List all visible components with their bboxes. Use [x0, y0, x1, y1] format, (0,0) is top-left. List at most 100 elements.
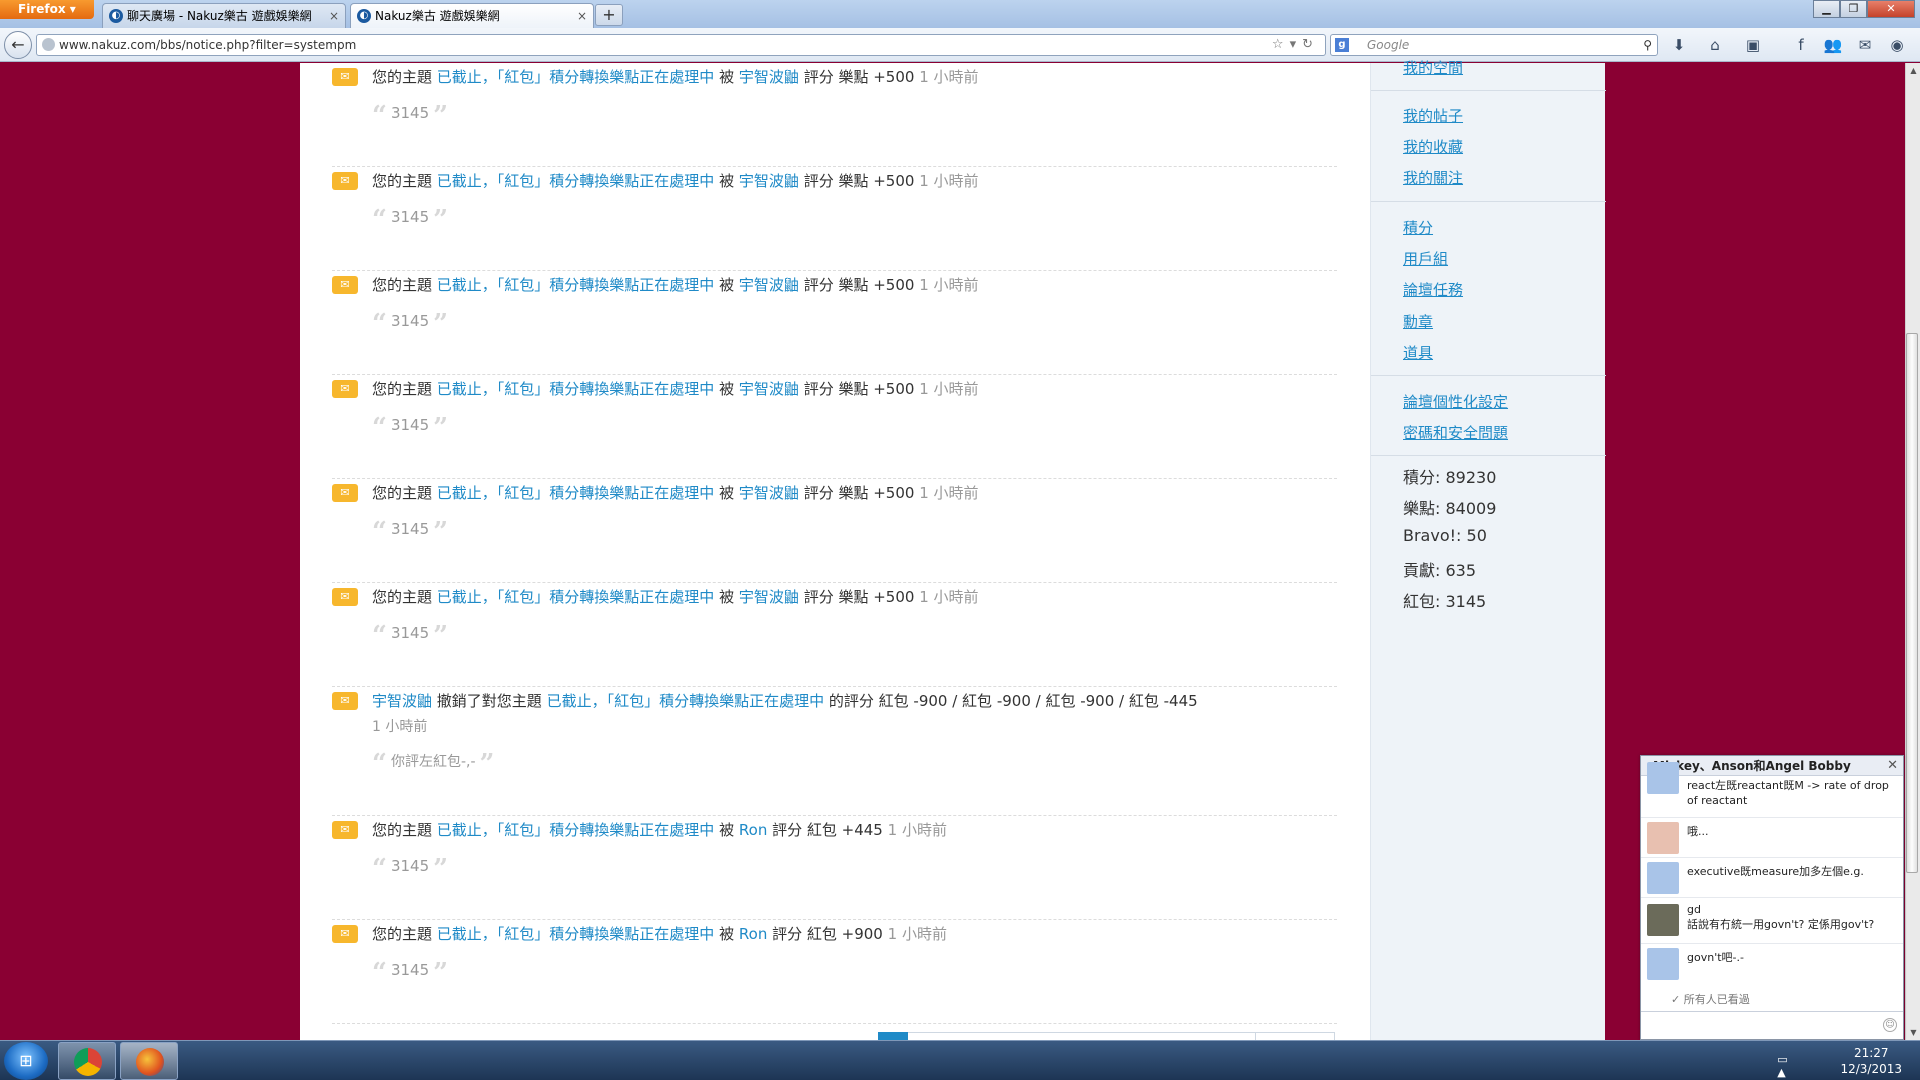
pager-next[interactable]	[1255, 1032, 1335, 1040]
avatar[interactable]	[1647, 862, 1679, 894]
maximize-button[interactable]: ❐	[1840, 0, 1867, 18]
topic-link[interactable]: 已截止，「紅包」積分轉換樂點正在處理中	[437, 68, 715, 86]
title-bar: Firefox ▾ ◐ 聊天廣場 - Nakuz樂古 遊戲娛樂網 × ◐ Nak…	[0, 0, 1920, 28]
taskbar-chrome[interactable]	[58, 1042, 116, 1080]
tab-chat-square[interactable]: ◐ 聊天廣場 - Nakuz樂古 遊戲娛樂網 ×	[102, 3, 346, 28]
stat-lepoints: 樂點: 84009	[1403, 499, 1497, 518]
sidebar-item-security[interactable]: 密碼和安全問題	[1403, 422, 1508, 443]
scroll-thumb[interactable]	[1906, 333, 1918, 873]
notice-text: 宇智波鼬 撤銷了對您主題 已截止，「紅包」積分轉換樂點正在處理中 的評分 紅包 …	[372, 692, 1198, 710]
user-link[interactable]: 宇智波鼬	[739, 172, 799, 190]
topic-link[interactable]: 已截止，「紅包」積分轉換樂點正在處理中	[437, 588, 715, 606]
home-icon[interactable]: ⌂	[1704, 34, 1726, 56]
topic-link[interactable]: 已截止，「紅包」積分轉換樂點正在處理中	[437, 276, 715, 294]
user-link[interactable]: 宇智波鼬	[739, 276, 799, 294]
avatar[interactable]	[1647, 948, 1679, 980]
messages-icon[interactable]: ✉	[1854, 34, 1876, 56]
page-scrollbar[interactable]: ▲ ▼	[1905, 63, 1920, 1040]
pager-current[interactable]	[878, 1032, 908, 1040]
chat-header[interactable]: Mickey、Anson和Angel Bobby ✕	[1641, 756, 1903, 776]
site-identity-icon[interactable]	[42, 38, 55, 51]
search-bar[interactable]: g Google ⚲	[1330, 34, 1658, 56]
topic-link[interactable]: 已截止，「紅包」積分轉換樂點正在處理中	[437, 925, 715, 943]
scroll-down-icon[interactable]: ▼	[1906, 1025, 1920, 1040]
sidebar-item-my-follows[interactable]: 我的關注	[1403, 167, 1463, 188]
user-link[interactable]: 宇智波鼬	[739, 588, 799, 606]
notice-icon: ✉	[332, 68, 358, 86]
close-icon[interactable]: ✕	[1887, 756, 1898, 776]
firefox-menu-button[interactable]: Firefox ▾	[0, 0, 94, 19]
notice-quote: “3145”	[372, 413, 449, 443]
sidebar-item-my-space[interactable]: 我的空間	[1403, 57, 1463, 78]
chat-title: Mickey、Anson和Angel Bobby	[1653, 759, 1851, 773]
chat-input[interactable]: ☺	[1641, 1011, 1903, 1039]
tab-nakuz[interactable]: ◐ Nakuz樂古 遊戲娛樂網 ×	[350, 3, 594, 28]
google-engine-icon[interactable]: g	[1335, 38, 1349, 52]
taskbar: ⊞ ▭ ▲ ⚑ ▮ ◀) 21:27 12/3/2013	[0, 1040, 1920, 1080]
user-link[interactable]: Ron	[739, 821, 767, 839]
notice-text: 您的主題 已截止，「紅包」積分轉換樂點正在處理中 被 宇智波鼬 評分 樂點 +5…	[372, 276, 979, 294]
user-link[interactable]: 宇智波鼬	[739, 68, 799, 86]
notice-text: 您的主題 已截止，「紅包」積分轉換樂點正在處理中 被 Ron 評分 紅包 +90…	[372, 925, 947, 943]
search-icon[interactable]: ⚲	[1643, 35, 1652, 55]
sidebar-item-my-posts[interactable]: 我的帖子	[1403, 105, 1463, 126]
user-link[interactable]: 宇智波鼬	[372, 692, 432, 710]
url-bar[interactable]: www.nakuz.com/bbs/notice.php?filter=syst…	[36, 34, 1326, 56]
tab-close-icon[interactable]: ×	[577, 4, 587, 28]
list-item: ✉ 您的主題 已截止，「紅包」積分轉換樂點正在處理中 被 宇智波鼬 評分 樂點 …	[332, 583, 1337, 687]
notice-quote: “3145”	[372, 309, 449, 339]
notice-icon: ✉	[332, 172, 358, 190]
emoticon-icon[interactable]: ☺	[1883, 1018, 1897, 1032]
tab-close-icon[interactable]: ×	[329, 4, 339, 28]
taskbar-firefox[interactable]	[120, 1042, 178, 1080]
firefox-icon	[136, 1048, 164, 1076]
sidebar: 我的空間 我的帖子 我的收藏 我的關注 積分 用戶組 論壇任務 勳章 道具 論壇…	[1370, 59, 1606, 1040]
user-link[interactable]: 宇智波鼬	[739, 484, 799, 502]
list-item: ✉ 您的主題 已截止，「紅包」積分轉換樂點正在處理中 被 宇智波鼬 評分 樂點 …	[332, 63, 1337, 167]
avatar[interactable]	[1647, 762, 1679, 794]
sidebar-item-points[interactable]: 積分	[1403, 217, 1433, 238]
notice-time: 1 小時前	[372, 719, 428, 735]
bookmark-star-icon[interactable]: ☆▾↻	[1272, 35, 1319, 55]
close-window-button[interactable]: ✕	[1867, 0, 1915, 18]
start-button[interactable]: ⊞	[4, 1042, 48, 1080]
facebook-icon[interactable]: f	[1790, 34, 1812, 56]
topic-link[interactable]: 已截止，「紅包」積分轉換樂點正在處理中	[437, 484, 715, 502]
notice-icon: ✉	[332, 692, 358, 710]
topic-link[interactable]: 已截止，「紅包」積分轉換樂點正在處理中	[437, 380, 715, 398]
sidebar-item-personalize[interactable]: 論壇個性化設定	[1403, 391, 1508, 412]
topic-link[interactable]: 已截止，「紅包」積分轉換樂點正在處理中	[437, 172, 715, 190]
avatar[interactable]	[1647, 822, 1679, 854]
tab-title: 聊天廣場 - Nakuz樂古 遊戲娛樂網	[127, 9, 312, 23]
stat-contribution: 貢獻: 635	[1403, 561, 1477, 580]
user-link[interactable]: 宇智波鼬	[739, 380, 799, 398]
sidebar-group-settings: 論壇個性化設定 密碼和安全問題	[1371, 376, 1606, 456]
download-icon[interactable]: ⬇	[1668, 34, 1690, 56]
sidebar-group-posts: 我的帖子 我的收藏 我的關注	[1371, 91, 1606, 202]
minimize-button[interactable]: ▁	[1813, 0, 1840, 18]
globe-icon[interactable]: ◉	[1886, 34, 1908, 56]
sidebar-item-my-favorites[interactable]: 我的收藏	[1403, 136, 1463, 157]
clock[interactable]: 21:27 12/3/2013	[1840, 1045, 1902, 1077]
page-content: ✉ 您的主題 已截止，「紅包」積分轉換樂點正在處理中 被 宇智波鼬 評分 樂點 …	[300, 59, 1606, 1040]
sidebar-item-medals[interactable]: 勳章	[1403, 311, 1433, 332]
scroll-up-icon[interactable]: ▲	[1906, 63, 1920, 78]
sidebar-item-tasks[interactable]: 論壇任務	[1403, 279, 1463, 300]
pager[interactable]	[908, 1032, 1268, 1040]
friends-icon[interactable]: 👥	[1822, 34, 1844, 56]
user-link[interactable]: Ron	[739, 925, 767, 943]
topic-link[interactable]: 已截止，「紅包」積分轉換樂點正在處理中	[547, 692, 825, 710]
tray-icons[interactable]: ▭ ▲ ⚑ ▮ ◀)	[1777, 1053, 1790, 1080]
new-tab-button[interactable]: +	[595, 4, 623, 26]
topic-link[interactable]: 已截止，「紅包」積分轉換樂點正在處理中	[437, 821, 715, 839]
sidebar-group-space: 我的空間	[1371, 59, 1606, 91]
bookmarks-icon[interactable]: ▣	[1742, 34, 1764, 56]
sidebar-item-tools[interactable]: 道具	[1403, 342, 1433, 363]
sidebar-item-usergroup[interactable]: 用戶組	[1403, 248, 1448, 269]
chat-message: react左既reactant既M -> rate of drop of rea…	[1641, 762, 1903, 818]
chat-message: 哦...	[1641, 818, 1903, 858]
list-item: ✉ 您的主題 已截止，「紅包」積分轉換樂點正在處理中 被 Ron 評分 紅包 +…	[332, 816, 1337, 920]
back-button[interactable]: ←	[4, 31, 32, 59]
list-item: ✉ 您的主題 已截止，「紅包」積分轉換樂點正在處理中 被 宇智波鼬 評分 樂點 …	[332, 271, 1337, 375]
avatar[interactable]	[1647, 904, 1679, 936]
